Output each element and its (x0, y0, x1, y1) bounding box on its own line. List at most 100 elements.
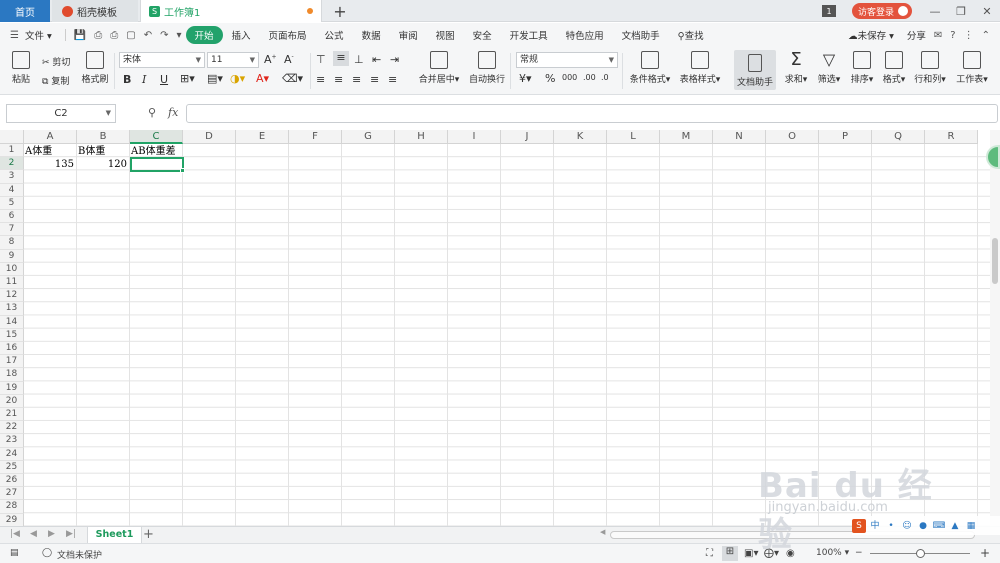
row-header-9[interactable]: 9 (0, 249, 24, 263)
align-right-icon[interactable]: ≡ (352, 73, 361, 86)
increase-font-icon[interactable]: A+ (264, 53, 277, 66)
row-header-23[interactable]: 23 (0, 434, 24, 448)
restore-icon[interactable]: ❐ (948, 5, 974, 18)
reading-layout-icon[interactable]: ⨁▾ (764, 548, 779, 559)
table-style-button[interactable]: 表格样式▾ (678, 51, 722, 85)
menu-search[interactable]: ⚲查找 (669, 28, 713, 42)
row-header-8[interactable]: 8 (0, 236, 24, 250)
help-icon[interactable]: ? (946, 30, 959, 41)
row-header-20[interactable]: 20 (0, 394, 24, 408)
sheet-list-icon[interactable]: ▤ (10, 548, 19, 558)
row-header-7[interactable]: 7 (0, 223, 24, 237)
align-middle-icon[interactable]: ≡ (333, 51, 349, 66)
row-header-27[interactable]: 27 (0, 487, 24, 501)
font-size-select[interactable]: 11 ▼ (207, 52, 259, 68)
currency-icon[interactable]: ¥▾ (519, 72, 532, 85)
menu-security[interactable]: 安全 (464, 28, 501, 42)
menu-features[interactable]: 特色应用 (557, 28, 613, 42)
merge-center-button[interactable]: 合并居中▾ (418, 51, 460, 85)
column-header-l[interactable]: L (607, 130, 660, 144)
print-preview-icon[interactable]: ▢ (122, 30, 139, 41)
cell-A2[interactable]: 135 (25, 158, 77, 171)
align-bottom-icon[interactable]: ⊥ (354, 53, 364, 66)
redo-icon[interactable]: ↷ (156, 30, 172, 41)
column-header-m[interactable]: M (660, 130, 713, 144)
column-header-n[interactable]: N (713, 130, 766, 144)
increase-indent-icon[interactable]: ⇥ (390, 53, 399, 66)
row-header-13[interactable]: 13 (0, 302, 24, 316)
select-all-corner[interactable] (0, 130, 24, 144)
menu-review[interactable]: 审阅 (390, 28, 427, 42)
italic-icon[interactable]: I (142, 73, 146, 86)
menu-file[interactable]: 文件 ▾ (23, 28, 61, 42)
fx-icon[interactable]: fx (168, 106, 178, 119)
decrease-indent-icon[interactable]: ⇤ (372, 53, 381, 66)
wrap-text-button[interactable]: 自动换行 (468, 51, 506, 85)
share-button[interactable]: 分享 (903, 28, 930, 42)
justify-icon[interactable]: ≡ (370, 73, 379, 86)
row-header-24[interactable]: 24 (0, 447, 24, 461)
cell-A1[interactable]: A体重 (25, 145, 77, 158)
menu-data[interactable]: 数据 (353, 28, 390, 42)
row-header-12[interactable]: 12 (0, 289, 24, 303)
ime-punctuation-icon[interactable]: • (884, 519, 898, 533)
row-header-17[interactable]: 17 (0, 355, 24, 369)
format-painter-button[interactable]: 格式刷 (80, 51, 110, 85)
cell-B1[interactable]: B体重 (78, 145, 130, 158)
percent-icon[interactable]: % (545, 72, 555, 85)
column-header-f[interactable]: F (289, 130, 342, 144)
doc-helper-button[interactable]: 文档助手 (734, 50, 776, 90)
row-col-button[interactable]: 行和列▾ (912, 51, 948, 85)
font-name-select[interactable]: 宋体 ▼ (119, 52, 205, 68)
row-header-25[interactable]: 25 (0, 460, 24, 474)
align-center-icon[interactable]: ≡ (334, 73, 343, 86)
first-sheet-icon[interactable]: |◀ (10, 529, 20, 539)
borders-icon[interactable]: ⊞▾ (180, 72, 195, 85)
comment-icon[interactable]: ✉ (930, 30, 946, 41)
vertical-scroll-thumb[interactable] (992, 238, 998, 284)
format-button[interactable]: 格式▾ (880, 51, 908, 85)
column-header-e[interactable]: E (236, 130, 289, 144)
login-button[interactable]: 访客登录 (851, 3, 912, 19)
decrease-decimal-icon[interactable]: .0 (601, 73, 609, 82)
active-cell-C2[interactable] (130, 157, 185, 173)
row-header-28[interactable]: 28 (0, 500, 24, 514)
scroll-left-icon[interactable]: ◀ (600, 528, 605, 536)
column-header-r[interactable]: R (925, 130, 978, 144)
minimize-icon[interactable]: — (922, 5, 948, 18)
unsaved-status[interactable]: ☁未保存 ▾ (839, 28, 903, 42)
ime-chinese-icon[interactable]: 中 (868, 519, 882, 533)
column-header-k[interactable]: K (554, 130, 607, 144)
row-header-19[interactable]: 19 (0, 381, 24, 395)
align-top-icon[interactable]: ⊤ (316, 53, 326, 66)
sum-button[interactable]: Σ 求和▾ (782, 51, 810, 86)
vertical-scrollbar[interactable] (990, 130, 1000, 526)
menu-formulas[interactable]: 公式 (316, 28, 353, 42)
menu-home[interactable]: 开始 (185, 26, 223, 44)
row-header-3[interactable]: 3 (0, 170, 24, 184)
fullscreen-icon[interactable]: ⛶ (706, 548, 713, 559)
undo-icon[interactable]: ↶ (140, 30, 156, 41)
hamburger-icon[interactable]: ☰ (6, 30, 23, 41)
column-header-j[interactable]: J (501, 130, 554, 144)
ime-keyboard-icon[interactable]: ⌨ (932, 519, 946, 533)
tab-workbook[interactable]: S 工作簿1 (140, 0, 322, 22)
window-count-badge[interactable]: 1 (821, 5, 836, 17)
sort-button[interactable]: 排序▾ (848, 51, 876, 85)
increase-decimal-icon[interactable]: .00 (583, 73, 596, 82)
cut-button[interactable]: ✂ 剪切 (42, 55, 70, 68)
row-header-14[interactable]: 14 (0, 315, 24, 329)
font-color-icon[interactable]: A▾ (256, 72, 269, 85)
menu-view[interactable]: 视图 (427, 28, 464, 42)
row-header-11[interactable]: 11 (0, 276, 24, 290)
name-box[interactable]: C2 ▼ (6, 104, 116, 123)
export-icon[interactable]: ⎙ (90, 30, 106, 41)
more-borders-icon[interactable]: ▤▾ (207, 72, 223, 85)
align-left-icon[interactable]: ≡ (316, 73, 325, 86)
bold-icon[interactable]: B (123, 73, 131, 86)
row-header-2[interactable]: 2 (0, 157, 24, 171)
menu-insert[interactable]: 插入 (223, 28, 260, 42)
close-icon[interactable]: ✕ (974, 5, 1000, 18)
thousands-icon[interactable]: 000 (562, 73, 577, 82)
decrease-font-icon[interactable]: A- (284, 53, 294, 66)
